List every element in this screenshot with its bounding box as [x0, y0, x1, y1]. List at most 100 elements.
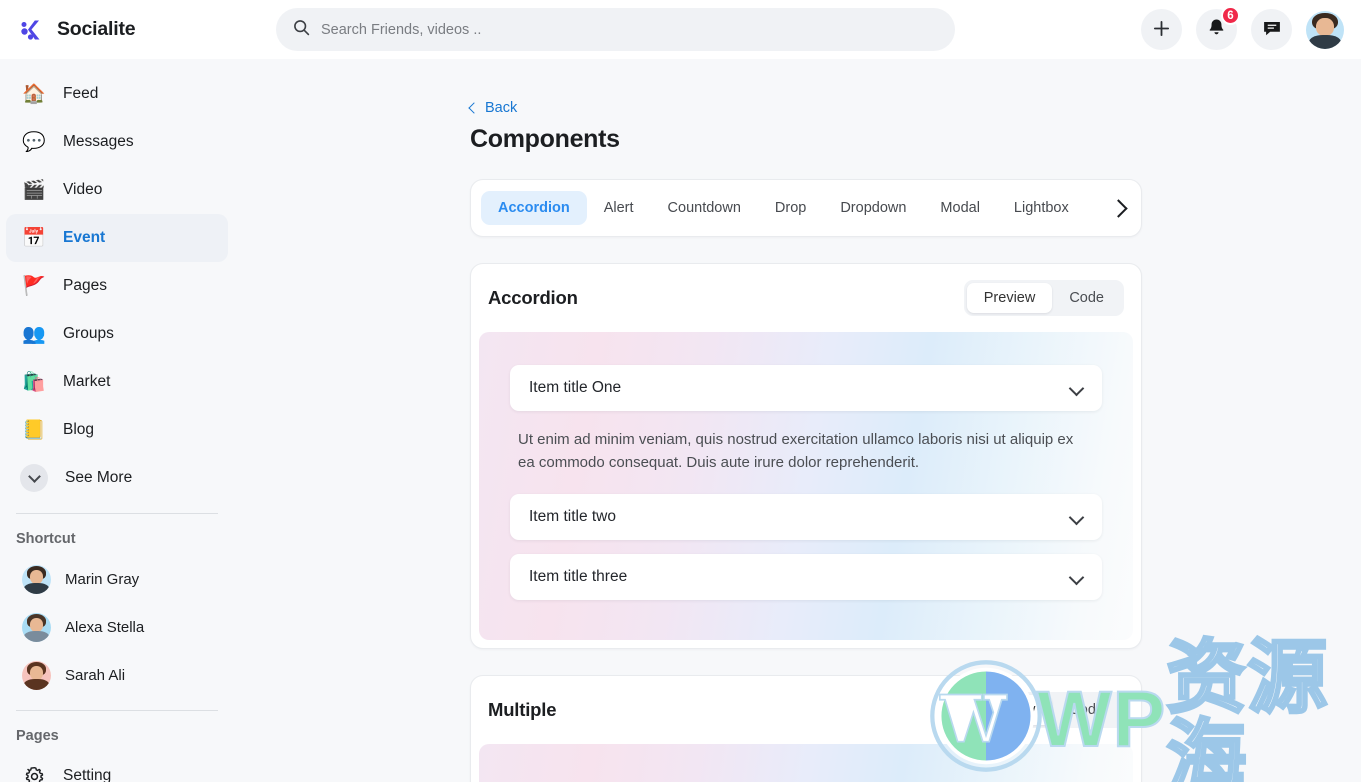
accordion-card: Accordion Preview Code Item title One Ut…	[470, 263, 1142, 649]
chat-bubble-icon	[1262, 19, 1282, 41]
sidebar-item-video[interactable]: 🎬 Video	[6, 166, 228, 214]
tab-drop[interactable]: Drop	[758, 191, 823, 225]
list-item-label: Alexa Stella	[65, 618, 145, 636]
sidebar-item-label: Feed	[63, 85, 99, 102]
list-item[interactable]: Alexa Stella	[6, 603, 228, 651]
back-link[interactable]: Back	[468, 100, 518, 116]
flag-icon: 🚩	[22, 275, 46, 297]
header-actions: 6	[1141, 6, 1344, 50]
chevron-right-icon	[1109, 198, 1128, 218]
search-input[interactable]	[321, 9, 939, 50]
view-toggle: Preview Code	[963, 280, 1124, 316]
messages-button[interactable]	[1251, 9, 1292, 50]
sidebar-item-pages[interactable]: 🚩 Pages	[6, 262, 228, 310]
preview-area: Item title One Ut enim ad minim veniam, …	[479, 332, 1133, 640]
card-title: Accordion	[488, 287, 578, 308]
back-label: Back	[485, 100, 518, 116]
tab-accordion[interactable]: Accordion	[481, 191, 587, 225]
tabs-next-button[interactable]	[1091, 180, 1137, 236]
sidebar-item-label: See More	[65, 469, 133, 486]
gear-icon	[22, 764, 46, 782]
people-icon: 👥	[22, 323, 46, 345]
page-title: Components	[470, 125, 620, 153]
avatar	[22, 564, 51, 594]
search-icon	[293, 19, 310, 41]
calendar-check-icon: 📅	[22, 227, 46, 249]
chevron-down-icon	[1068, 380, 1085, 396]
sidebar-item-label: Groups	[63, 325, 114, 342]
brand-name: Socialite	[57, 18, 136, 40]
sidebar-item-label: Blog	[63, 421, 95, 438]
card-header: Multiple Preview Code	[471, 676, 1141, 744]
list-item-label: Sarah Ali	[65, 666, 126, 684]
component-tabs: Accordion Alert Countdown Drop Dropdown …	[470, 179, 1142, 237]
sidebar-item-label: Messages	[63, 133, 134, 150]
accordion-item-header[interactable]: Item title One	[510, 365, 1102, 411]
chevron-down-icon	[1068, 509, 1085, 525]
socialite-logo-icon	[18, 16, 46, 44]
multiple-card: Multiple Preview Code	[470, 675, 1142, 782]
main-content: Back Components Accordion Alert Countdow…	[234, 59, 1361, 782]
preview-area	[479, 744, 1133, 782]
top-bar: Socialite Search Friends, videos .. 6	[0, 0, 1361, 59]
card-title: Multiple	[488, 699, 557, 720]
tab-lightbox[interactable]: Lightbox	[997, 191, 1086, 225]
list-item[interactable]: Sarah Ali	[6, 651, 228, 699]
tab-modal[interactable]: Modal	[923, 191, 997, 225]
profile-avatar[interactable]	[1306, 10, 1344, 49]
sidebar: 🏠 Feed 💬 Messages 🎬 Video 📅 Event 🚩 Page…	[0, 59, 234, 782]
sidebar-item-messages[interactable]: 💬 Messages	[6, 118, 228, 166]
avatar	[22, 612, 51, 642]
search-bar[interactable]	[276, 8, 955, 51]
card-header: Accordion Preview Code	[471, 264, 1141, 332]
accordion-item-title: Item title two	[529, 508, 616, 525]
clapper-board-icon: 🎬	[22, 179, 46, 201]
sidebar-item-label: Setting	[63, 767, 112, 782]
code-button[interactable]: Code	[1052, 695, 1121, 725]
sidebar-heading-pages: Pages	[16, 728, 59, 744]
chevron-left-icon	[468, 102, 480, 114]
avatar	[22, 660, 51, 690]
tab-countdown[interactable]: Countdown	[651, 191, 758, 225]
sidebar-divider	[16, 513, 218, 514]
list-item[interactable]: Marin Gray	[6, 555, 228, 603]
sidebar-item-see-more[interactable]: See More	[6, 454, 228, 502]
notebook-icon: 📒	[22, 419, 46, 441]
brand[interactable]: Socialite	[0, 0, 234, 59]
sidebar-item-label: Market	[63, 373, 111, 390]
code-button[interactable]: Code	[1052, 283, 1121, 313]
tab-alert[interactable]: Alert	[587, 191, 651, 225]
plus-icon	[1152, 19, 1171, 41]
house-icon: 🏠	[22, 83, 46, 105]
notifications-badge: 6	[1221, 6, 1240, 25]
chevron-down-icon	[1068, 569, 1085, 585]
sidebar-item-label: Pages	[63, 277, 107, 294]
notifications-button[interactable]: 6	[1196, 6, 1240, 50]
accordion-item-header[interactable]: Item title two	[510, 494, 1102, 540]
sidebar-item-groups[interactable]: 👥 Groups	[6, 310, 228, 358]
accordion-item-title: Item title three	[529, 568, 628, 585]
shopping-bag-icon: 🛍️	[22, 371, 46, 393]
list-item-label: Marin Gray	[65, 570, 140, 588]
preview-button[interactable]: Preview	[966, 283, 1053, 313]
sidebar-item-blog[interactable]: 📒 Blog	[6, 406, 228, 454]
view-toggle: Preview Code	[963, 692, 1124, 728]
sidebar-item-label: Video	[63, 181, 103, 198]
accordion-item-body: Ut enim ad minim veniam, quis nostrud ex…	[518, 431, 1074, 471]
add-button[interactable]	[1141, 9, 1182, 50]
avatar	[1306, 11, 1344, 49]
sidebar-item-feed[interactable]: 🏠 Feed	[6, 70, 228, 118]
sidebar-item-label: Event	[63, 229, 106, 246]
sidebar-item-setting[interactable]: Setting	[6, 752, 228, 782]
preview-button[interactable]: Preview	[966, 695, 1053, 725]
chevron-down-icon	[20, 464, 48, 492]
sidebar-heading-shortcut: Shortcut	[16, 531, 76, 547]
accordion-item-title: Item title One	[529, 379, 622, 396]
tab-dropdown[interactable]: Dropdown	[823, 191, 923, 225]
sidebar-item-event[interactable]: 📅 Event	[6, 214, 228, 262]
sidebar-item-market[interactable]: 🛍️ Market	[6, 358, 228, 406]
accordion-item-header[interactable]: Item title three	[510, 554, 1102, 600]
speech-bubble-icon: 💬	[22, 131, 46, 153]
sidebar-divider	[16, 710, 218, 711]
